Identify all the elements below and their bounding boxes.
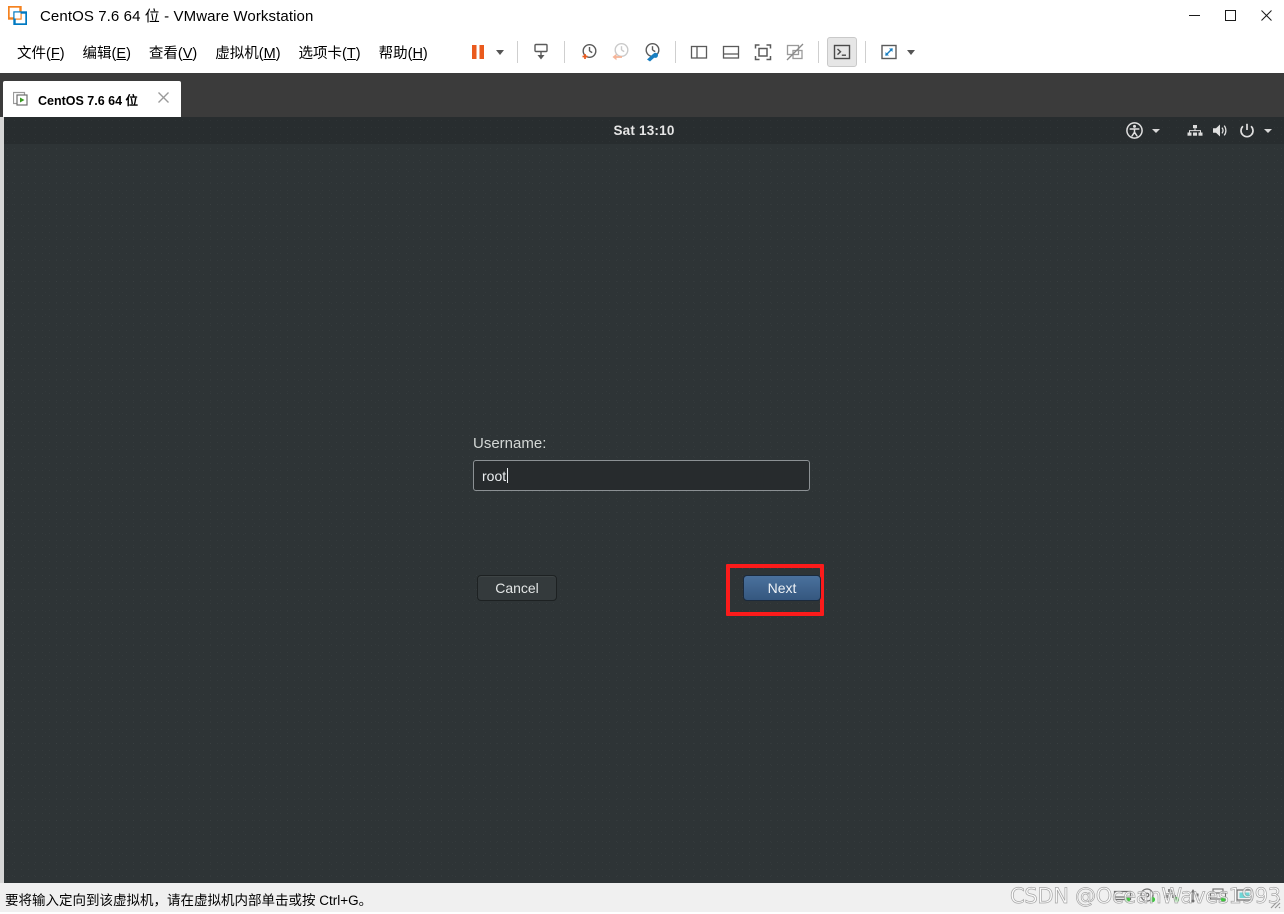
menu-edit-accel: E [116, 45, 127, 62]
username-input-value: root [482, 467, 507, 484]
unity-icon[interactable] [780, 37, 810, 67]
status-message: 要将输入定向到该虚拟机，请在虚拟机内部单击或按 Ctrl+G。 [5, 893, 373, 908]
menu-bar: 文件(F) 编辑(E) 查看(V) 虚拟机(M) 选项卡(T) 帮助(H) [0, 31, 1284, 73]
suspend-dropdown-caret-icon[interactable] [496, 49, 504, 55]
hard-disk-status-icon[interactable] [1113, 888, 1132, 908]
toolbar-separator [517, 41, 518, 63]
stretch-icon[interactable] [874, 37, 904, 67]
toolbar-separator [675, 41, 676, 63]
vmware-workstation-window: CentOS 7.6 64 位 - VMware Workstation 文件(… [0, 0, 1284, 912]
accessibility-icon[interactable] [1126, 122, 1143, 139]
window-controls [1176, 0, 1284, 31]
vm-left-border [0, 117, 4, 883]
menu-tabs-label: 选项卡 [298, 45, 343, 62]
status-bar: 要将输入定向到该虚拟机，请在虚拟机内部单击或按 Ctrl+G。 [0, 883, 1284, 912]
power-caret-icon[interactable] [1264, 128, 1272, 133]
menu-file[interactable]: 文件(F) [8, 38, 74, 67]
show-library-icon[interactable] [684, 37, 714, 67]
network-icon[interactable] [1187, 124, 1203, 138]
menu-vm-label: 虚拟机 [215, 45, 259, 62]
menu-view-label: 查看 [148, 45, 178, 62]
vm-running-icon [12, 91, 31, 107]
resize-grip-icon[interactable] [1267, 895, 1281, 909]
vmware-logo-icon [7, 5, 28, 26]
tab-centos-label: CentOS 7.6 64 位 [38, 93, 139, 108]
minimize-button[interactable] [1176, 0, 1212, 31]
device-status-icons [1113, 883, 1254, 912]
cd-dvd-status-icon[interactable] [1139, 887, 1156, 908]
accessibility-caret-icon[interactable] [1152, 128, 1160, 133]
fullscreen-icon[interactable] [748, 37, 778, 67]
menu-items: 文件(F) 编辑(E) 查看(V) 虚拟机(M) 选项卡(T) 帮助(H) [8, 31, 437, 73]
menu-file-accel: F [50, 45, 60, 62]
power-icon[interactable] [1239, 123, 1255, 139]
snapshot-take-icon[interactable] [573, 37, 603, 67]
gnome-status-area [1126, 117, 1272, 144]
printer-status-icon[interactable] [1209, 887, 1228, 908]
tab-strip: CentOS 7.6 64 位 [0, 73, 1284, 117]
tab-close-icon[interactable] [156, 91, 171, 106]
menu-edit-label: 编辑 [82, 45, 112, 62]
usb-status-icon[interactable] [1187, 888, 1202, 908]
menu-help[interactable]: 帮助(H) [370, 38, 437, 67]
text-cursor-icon [507, 468, 509, 483]
toolbar-separator [818, 41, 819, 63]
menu-view[interactable]: 查看(V) [140, 38, 206, 67]
menu-edit[interactable]: 编辑(E) [74, 38, 140, 67]
network-adapter-status-icon[interactable] [1163, 888, 1180, 908]
toolbar-separator [564, 41, 565, 63]
toolbar-separator [865, 41, 866, 63]
menu-tabs[interactable]: 选项卡(T) [290, 38, 370, 67]
login-button-row: Cancel Next [473, 560, 828, 618]
menu-vm[interactable]: 虚拟机(M) [206, 38, 289, 67]
display-status-icon[interactable] [1235, 888, 1254, 908]
menu-vm-accel: M [263, 45, 276, 62]
gnome-clock[interactable]: Sat 13:10 [613, 123, 674, 138]
show-console-view-icon[interactable] [716, 37, 746, 67]
snapshot-revert-icon[interactable] [605, 37, 635, 67]
menu-help-label: 帮助 [378, 45, 408, 62]
next-button[interactable]: Next [743, 575, 821, 601]
menu-help-accel: H [412, 45, 423, 62]
volume-icon[interactable] [1212, 123, 1230, 138]
cancel-button[interactable]: Cancel [477, 575, 557, 601]
menu-file-label: 文件 [17, 45, 46, 62]
maximize-button[interactable] [1212, 0, 1248, 31]
toolbar [462, 31, 921, 73]
username-label: Username: [473, 435, 547, 452]
tab-centos[interactable]: CentOS 7.6 64 位 [3, 81, 181, 117]
suspend-icon[interactable] [463, 37, 493, 67]
power-options-icon[interactable] [526, 37, 556, 67]
username-input[interactable]: root [473, 460, 810, 491]
menu-view-accel: V [182, 45, 193, 62]
console-terminal-icon[interactable] [827, 37, 857, 67]
login-form: Username: root [473, 435, 823, 491]
title-bar: CentOS 7.6 64 位 - VMware Workstation [0, 0, 1284, 31]
menu-tabs-accel: T [346, 45, 356, 62]
snapshot-manager-icon[interactable] [637, 37, 667, 67]
gnome-top-bar: Sat 13:10 [4, 117, 1284, 144]
close-button[interactable] [1248, 0, 1284, 31]
window-title: CentOS 7.6 64 位 - VMware Workstation [40, 8, 314, 25]
vm-console[interactable]: Sat 13:10 Username: root Cancel Next [4, 117, 1284, 883]
stretch-dropdown-caret-icon[interactable] [907, 49, 915, 55]
